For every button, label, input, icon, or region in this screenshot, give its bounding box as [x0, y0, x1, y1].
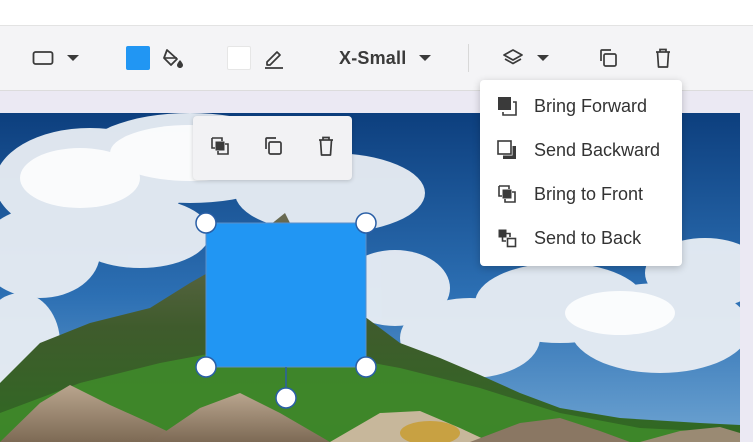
resize-handle-bottom-right[interactable] [355, 356, 377, 378]
chevron-down-icon [536, 54, 550, 62]
bring-to-front-icon [209, 135, 231, 162]
menu-item-bring-to-front[interactable]: Bring to Front [480, 172, 682, 216]
selected-shape[interactable] [195, 212, 380, 412]
stroke-color-picker[interactable] [227, 26, 285, 90]
menu-item-bring-forward[interactable]: Bring Forward [480, 84, 682, 128]
rectangle-icon [32, 50, 54, 66]
duplicate-button[interactable] [246, 116, 299, 180]
rotate-handle[interactable] [275, 387, 297, 409]
duplicate-icon [262, 135, 284, 162]
send-to-back-icon [496, 227, 518, 249]
trash-icon [653, 47, 673, 69]
resize-handle-top-left[interactable] [195, 212, 217, 234]
bring-to-front-button[interactable] [193, 116, 246, 180]
bring-forward-icon [496, 95, 518, 117]
pen-icon[interactable] [263, 47, 285, 69]
menu-item-send-backward[interactable]: Send Backward [480, 128, 682, 172]
trash-icon [316, 135, 336, 162]
resize-handle-top-right[interactable] [355, 212, 377, 234]
menu-item-send-to-back[interactable]: Send to Back [480, 216, 682, 260]
duplicate-icon [597, 47, 619, 69]
chevron-down-icon [418, 54, 432, 62]
font-size-dropdown[interactable]: X-Small [339, 26, 432, 90]
bring-to-front-icon [496, 183, 518, 205]
send-backward-icon [496, 139, 518, 161]
delete-button[interactable] [299, 116, 352, 180]
menu-item-label: Bring to Front [534, 183, 644, 204]
fill-color-swatch[interactable] [126, 46, 150, 70]
layer-menu: Bring Forward Send Backward Bring to Fro… [480, 80, 682, 266]
chevron-down-icon [66, 54, 80, 62]
fill-color-picker[interactable] [126, 26, 184, 90]
menu-item-label: Send to Back [534, 227, 642, 248]
top-strip [0, 0, 753, 26]
menu-item-label: Send Backward [534, 139, 661, 160]
stroke-color-swatch[interactable] [227, 46, 251, 70]
toolbar-divider [468, 44, 469, 72]
paint-bucket-icon[interactable] [162, 47, 184, 69]
shape-dropdown[interactable] [32, 26, 80, 90]
font-size-label: X-Small [339, 47, 407, 68]
floating-toolbar [193, 116, 352, 180]
layers-icon [502, 48, 524, 68]
menu-item-label: Bring Forward [534, 95, 648, 116]
resize-handle-bottom-left[interactable] [195, 356, 217, 378]
